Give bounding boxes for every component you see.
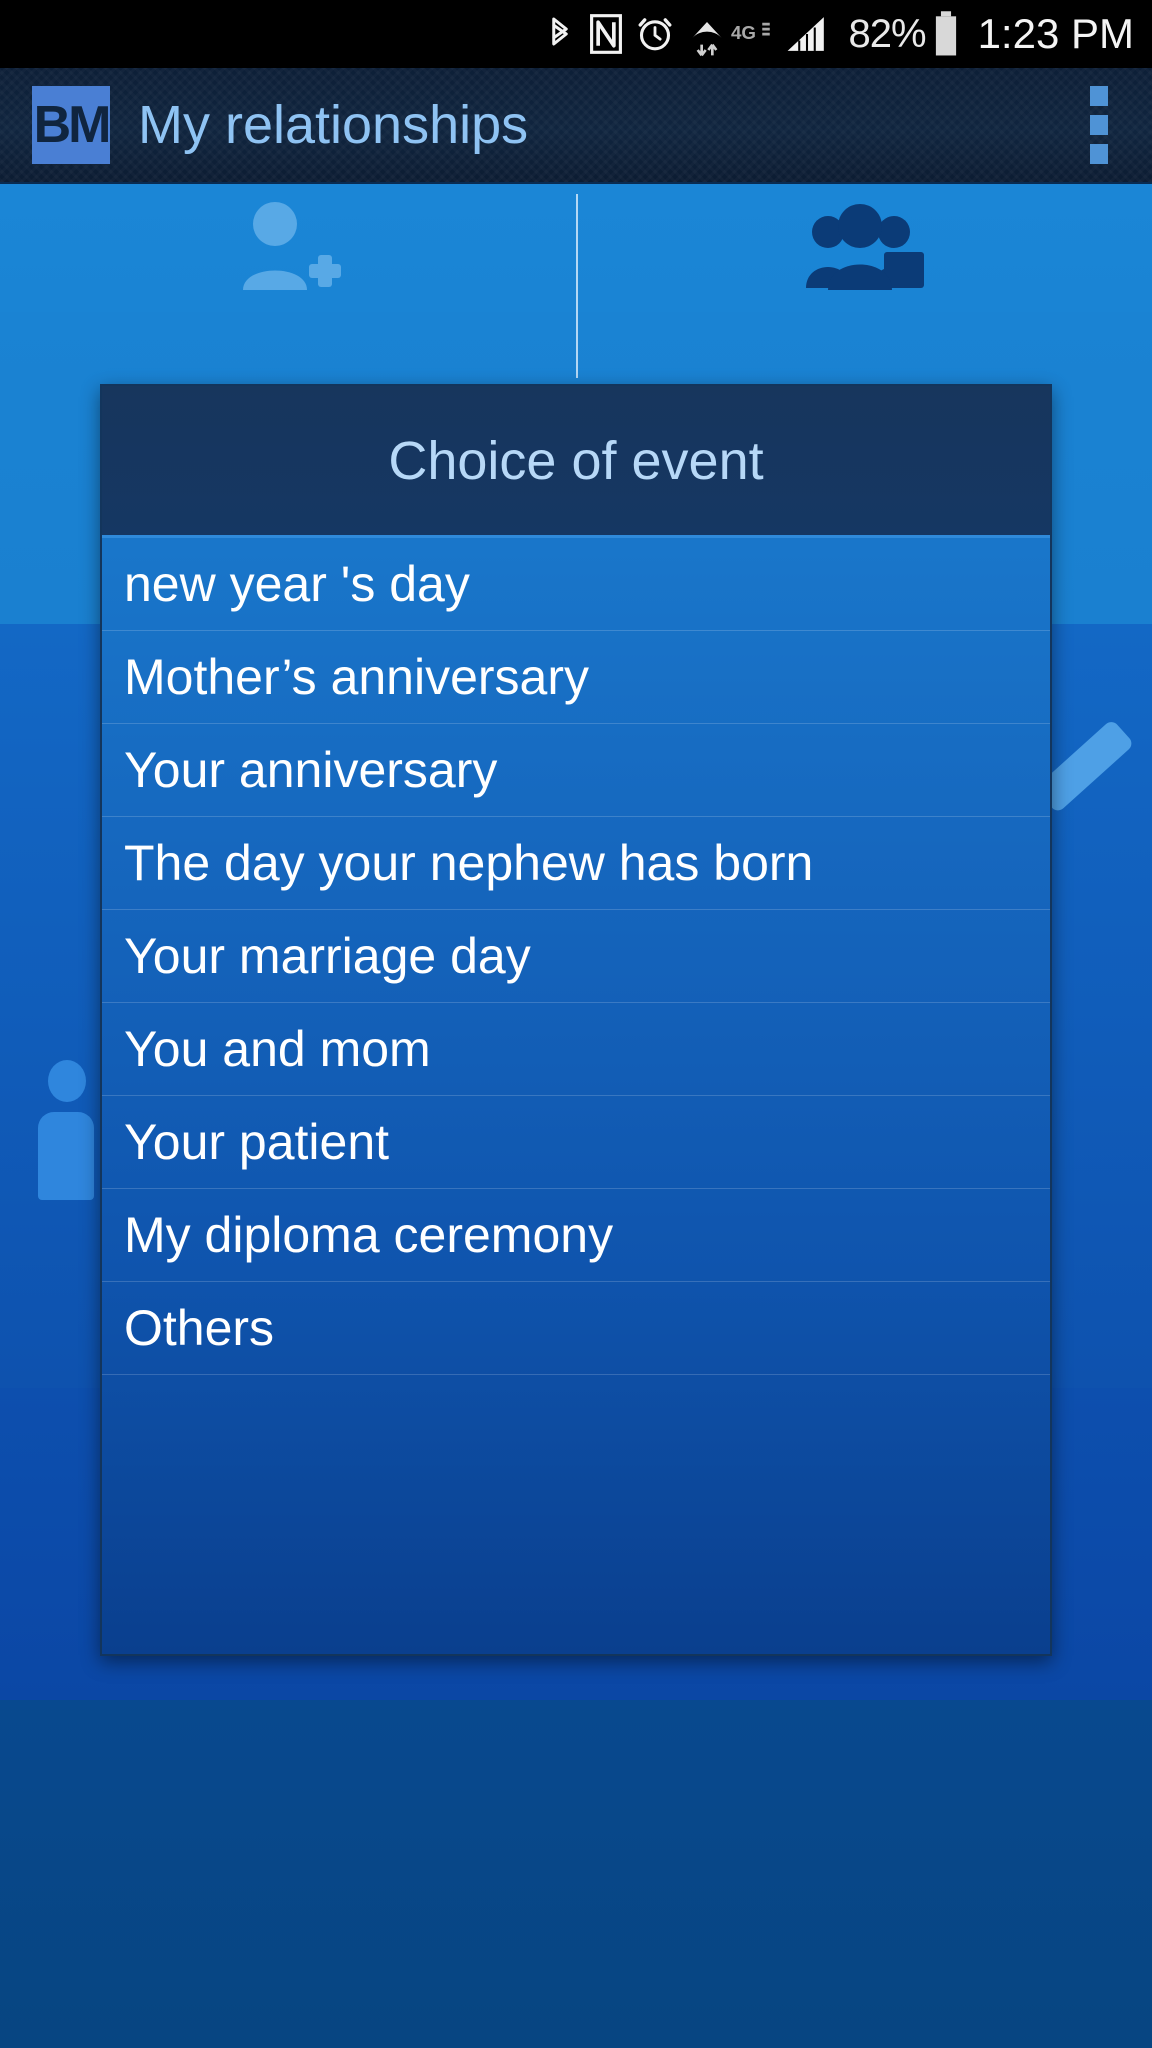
- choice-of-event-dialog: Choice of event new year 's day Mother’s…: [100, 384, 1052, 1656]
- person-add-icon: [235, 198, 341, 299]
- status-bar: 4G 82% 1:23 PM: [0, 0, 1152, 68]
- bluetooth-icon: [545, 12, 575, 56]
- app-bar: BM My relationships: [0, 68, 1152, 184]
- avatar-head: [48, 1060, 86, 1102]
- battery-icon: [932, 10, 960, 58]
- content-footer: [0, 1700, 1152, 2048]
- dialog-option-mothers-anniversary[interactable]: Mother’s anniversary: [102, 631, 1050, 724]
- phone-screen: 4G 82% 1:23 PM BM My relationships Choic…: [0, 0, 1152, 2048]
- nfc-icon: [589, 13, 623, 55]
- dialog-option-you-and-mom[interactable]: You and mom: [102, 1003, 1050, 1096]
- more-dot-2: [1090, 115, 1108, 135]
- battery-percentage: 82%: [848, 11, 927, 56]
- more-dot-3: [1090, 144, 1108, 164]
- dialog-empty-space: [102, 1375, 1050, 1654]
- pencil-edit-icon[interactable]: [1034, 718, 1135, 846]
- app-logo-icon[interactable]: BM: [32, 86, 112, 164]
- tab-divider: [576, 194, 578, 378]
- dialog-option-list: new year 's day Mother’s anniversary You…: [102, 538, 1050, 1654]
- tab-relationships[interactable]: [576, 184, 1152, 312]
- dialog-option-your-patient[interactable]: Your patient: [102, 1096, 1050, 1189]
- page-title: My relationships: [138, 95, 529, 155]
- person-icon: [38, 1060, 94, 1200]
- dialog-option-diploma-ceremony[interactable]: My diploma ceremony: [102, 1189, 1050, 1282]
- more-vertical-icon[interactable]: [1084, 80, 1114, 170]
- dialog-option-nephew-born[interactable]: The day your nephew has born: [102, 817, 1050, 910]
- svg-text:4G: 4G: [731, 22, 756, 43]
- tab-add-person[interactable]: [0, 184, 576, 312]
- people-group-icon: [804, 200, 924, 297]
- dialog-option-new-years-day[interactable]: new year 's day: [102, 538, 1050, 631]
- dialog-option-others[interactable]: Others: [102, 1282, 1050, 1375]
- dialog-option-your-anniversary[interactable]: Your anniversary: [102, 724, 1050, 817]
- 4g-icon: 4G: [731, 19, 771, 49]
- cellular-signal-icon: [785, 12, 829, 56]
- dialog-option-marriage-day[interactable]: Your marriage day: [102, 910, 1050, 1003]
- wifi-icon: [687, 10, 727, 58]
- status-bar-clock: 1:23 PM: [977, 10, 1134, 57]
- more-dot-1: [1090, 86, 1108, 106]
- dialog-header: Choice of event: [102, 386, 1050, 538]
- app-logo-label: BM: [33, 96, 112, 154]
- alarm-icon: [637, 13, 673, 55]
- dialog-title: Choice of event: [388, 430, 764, 491]
- avatar-body: [38, 1112, 94, 1200]
